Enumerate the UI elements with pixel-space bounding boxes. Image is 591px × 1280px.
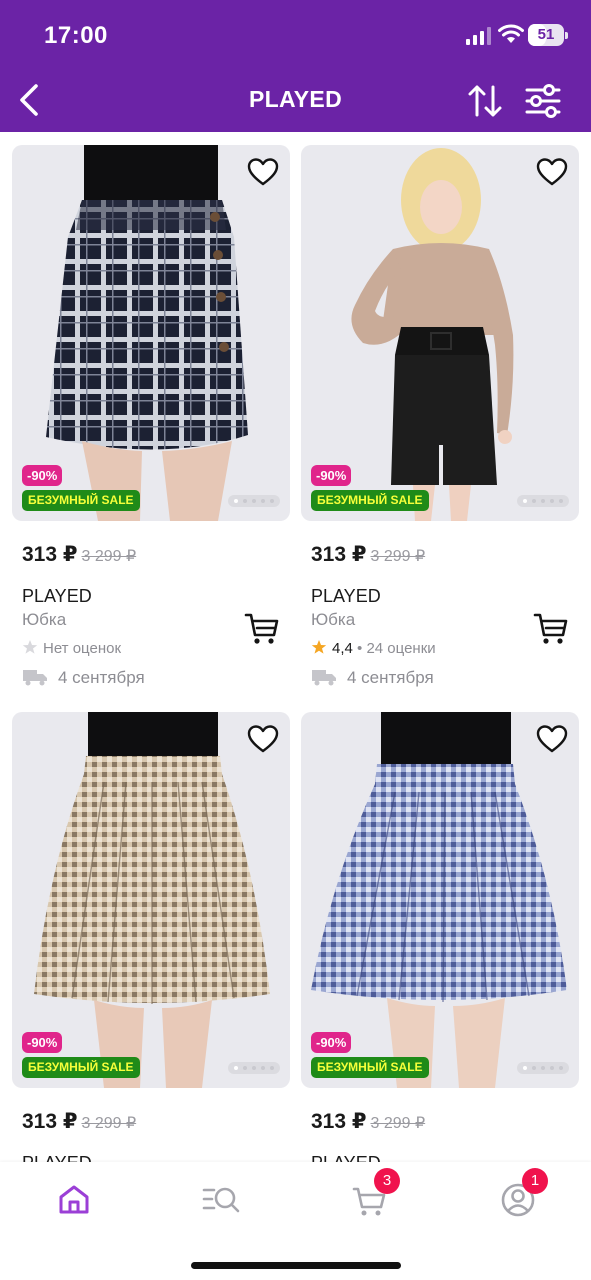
price: 313 ₽	[22, 543, 78, 566]
tab-cart[interactable]: 3	[348, 1168, 400, 1222]
page-title: PLAYED	[249, 86, 342, 112]
add-to-cart-button[interactable]	[533, 611, 569, 647]
star-icon	[22, 640, 38, 654]
product-image-black-pencil-skirt[interactable]: -90% БЕЗУМНЫЙ SALE	[301, 145, 579, 521]
truck-icon	[312, 670, 336, 686]
heart-icon[interactable]	[535, 155, 569, 189]
product-brand: PLAYED	[311, 1153, 381, 1162]
heart-icon[interactable]	[535, 722, 569, 756]
price: 313 ₽	[311, 543, 367, 566]
filter-button[interactable]	[524, 82, 562, 120]
heart-icon[interactable]	[246, 155, 280, 189]
image-pagination	[228, 1062, 280, 1074]
product-brand: PLAYED	[311, 586, 381, 606]
price-row: 313 ₽3 299 ₽	[22, 1109, 292, 1134]
cellular-signal-icon	[466, 27, 491, 45]
old-price: 3 299 ₽	[370, 548, 426, 565]
price-row: 313 ₽3 299 ₽	[311, 542, 581, 567]
add-to-cart-button[interactable]	[244, 611, 280, 647]
image-pagination	[517, 495, 569, 507]
battery-percent: 51	[537, 26, 555, 43]
image-pagination	[228, 495, 280, 507]
discount-badge: -90%	[311, 1032, 352, 1053]
price: 313 ₽	[22, 1110, 78, 1133]
sale-badge: БЕЗУМНЫЙ SALE	[22, 490, 140, 511]
price-row: 313 ₽3 299 ₽	[22, 542, 292, 567]
product-image-plaid-mini-skirt[interactable]: -90% БЕЗУМНЫЙ SALE	[12, 145, 290, 521]
product-image-beige-pleated-skirt[interactable]: -90% БЕЗУМНЫЙ SALE	[12, 712, 290, 1088]
sale-badge: БЕЗУМНЫЙ SALE	[22, 1057, 140, 1078]
discount-badge: -90%	[22, 1032, 63, 1053]
tab-profile[interactable]: 1	[496, 1168, 548, 1222]
battery-icon: 51	[528, 24, 568, 46]
cart-badge: 3	[374, 1168, 400, 1194]
product-image-blue-pleated-skirt[interactable]: -90% БЕЗУМНЫЙ SALE	[301, 712, 579, 1088]
status-time: 17:00	[44, 22, 108, 49]
truck-icon	[23, 670, 47, 686]
rating: 4,4 • 24 оценки	[311, 639, 531, 657]
catalog-search-icon	[202, 1187, 240, 1213]
old-price: 3 299 ₽	[81, 1115, 137, 1132]
sort-button[interactable]	[466, 82, 504, 120]
rating-value: 4,4	[332, 640, 353, 657]
old-price: 3 299 ₽	[81, 548, 137, 565]
discount-badge: -90%	[22, 465, 63, 486]
delivery-date: 4 сентября	[22, 668, 145, 688]
product-type: Юбка	[311, 610, 356, 629]
back-button[interactable]	[12, 80, 46, 120]
star-icon	[311, 640, 327, 654]
price-row: 313 ₽3 299 ₽	[311, 1109, 581, 1134]
product-brand: PLAYED	[22, 586, 92, 606]
profile-badge: 1	[522, 1168, 548, 1194]
sale-badge: БЕЗУМНЫЙ SALE	[311, 1057, 429, 1078]
sale-badge: БЕЗУМНЫЙ SALE	[311, 490, 429, 511]
rating-text: Нет оценок	[43, 640, 122, 657]
wifi-icon	[498, 24, 524, 43]
old-price: 3 299 ₽	[370, 1115, 426, 1132]
top-bar: 17:00 51 PLAYED	[0, 0, 591, 132]
product-grid: -90% БЕЗУМНЫЙ SALE 313 ₽3 299 ₽ PLAYED Ю…	[0, 132, 591, 1162]
image-pagination	[517, 1062, 569, 1074]
product-brand: PLAYED	[22, 1153, 92, 1162]
review-count: 24 оценки	[366, 640, 436, 657]
delivery-date: 4 сентября	[311, 668, 434, 688]
rating: Нет оценок	[22, 639, 242, 657]
price: 313 ₽	[311, 1110, 367, 1133]
home-icon	[59, 1185, 89, 1214]
heart-icon[interactable]	[246, 722, 280, 756]
home-indicator	[191, 1262, 401, 1269]
tab-home[interactable]	[52, 1178, 96, 1222]
product-type: Юбка	[22, 610, 67, 629]
discount-badge: -90%	[311, 465, 352, 486]
tab-catalog[interactable]	[200, 1178, 244, 1222]
